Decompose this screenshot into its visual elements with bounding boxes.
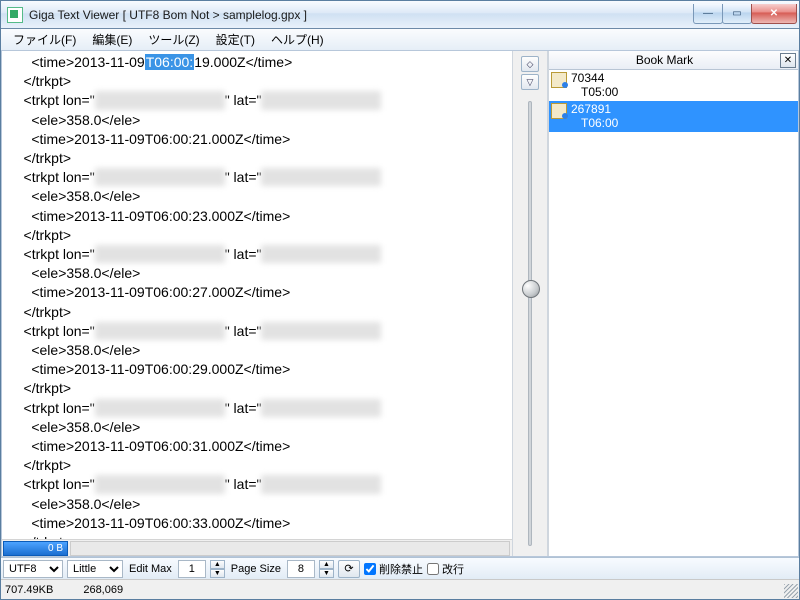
bookmark-title: Book Mark — [549, 53, 780, 67]
bookmark-header: Book Mark ✕ — [549, 51, 798, 70]
bookmark-icon — [551, 103, 567, 119]
tool-strip: UTF8 Little Edit Max ▲▼ Page Size ▲▼ ⟳ 削… — [1, 557, 799, 579]
chevron-up-icon[interactable]: ▲ — [319, 560, 334, 569]
encoding-select[interactable]: UTF8 — [3, 560, 63, 578]
title-bar[interactable]: Giga Text Viewer [ UTF8 Bom Not > sample… — [1, 1, 799, 29]
vertical-slider-track[interactable] — [528, 101, 532, 546]
editmax-label: Edit Max — [127, 560, 174, 578]
chevron-up-icon[interactable]: ▲ — [210, 560, 225, 569]
menu-settings[interactable]: 設定(T) — [208, 29, 263, 50]
status-bar: 707.49KB 268,069 — [1, 579, 799, 599]
scroll-down-button[interactable]: ▽ — [521, 74, 539, 90]
bookmark-ts: T06:00 — [571, 116, 618, 130]
editmax-input[interactable] — [178, 560, 206, 578]
wrap-checkbox[interactable]: 改行 — [427, 560, 464, 578]
refresh-button[interactable]: ⟳ — [338, 560, 360, 578]
endian-select[interactable]: Little — [67, 560, 123, 578]
delete-protect-checkbox[interactable]: 削除禁止 — [364, 560, 423, 578]
maximize-button[interactable]: ▭ — [722, 4, 752, 24]
status-filesize: 707.49KB — [5, 584, 53, 596]
client-area: <time>2013-11-09T06:00:19.000Z</time> </… — [1, 51, 799, 557]
bookmark-line: 70344 — [571, 71, 618, 85]
bookmark-close-button[interactable]: ✕ — [780, 53, 796, 68]
horizontal-scrollbar[interactable]: 0 B — [2, 539, 512, 556]
pagesize-input[interactable] — [287, 560, 315, 578]
menu-tools[interactable]: ツール(Z) — [140, 29, 207, 50]
vertical-slider-thumb[interactable] — [522, 280, 540, 298]
chevron-down-icon[interactable]: ▼ — [210, 569, 225, 578]
bookmark-pane: Book Mark ✕ 70344 T05:00 267891 T06:00 — [548, 51, 798, 556]
minimize-button[interactable]: ― — [693, 4, 723, 24]
menu-help[interactable]: ヘルプ(H) — [263, 29, 332, 50]
status-line: 268,069 — [83, 584, 123, 596]
app-icon — [7, 7, 23, 23]
app-window: Giga Text Viewer [ UTF8 Bom Not > sample… — [0, 0, 800, 600]
chevron-down-icon[interactable]: ▼ — [319, 569, 334, 578]
pagesize-spinner[interactable]: ▲▼ — [319, 560, 334, 578]
bookmark-line: 267891 — [571, 102, 618, 116]
bookmark-list[interactable]: 70344 T05:00 267891 T06:00 — [549, 70, 798, 556]
vertical-slider-gutter: ◇ ▽ — [512, 51, 548, 556]
scroll-up-button[interactable]: ◇ — [521, 56, 539, 72]
menu-file[interactable]: ファイル(F) — [5, 29, 84, 50]
close-button[interactable]: ✕ — [751, 4, 797, 24]
bookmark-item[interactable]: 267891 T06:00 — [549, 101, 798, 132]
hscroll-track[interactable] — [70, 541, 510, 556]
text-view[interactable]: <time>2013-11-09T06:00:19.000Z</time> </… — [2, 51, 512, 539]
selection-highlight: T06:00: — [145, 54, 194, 70]
bookmark-icon — [551, 72, 567, 88]
pagesize-label: Page Size — [229, 560, 283, 578]
bookmark-ts: T05:00 — [571, 85, 618, 99]
bookmark-item[interactable]: 70344 T05:00 — [549, 70, 798, 101]
menu-edit[interactable]: 編集(E) — [84, 29, 140, 50]
window-buttons: ― ▭ ✕ — [694, 4, 797, 24]
window-title: Giga Text Viewer [ UTF8 Bom Not > sample… — [29, 8, 694, 22]
text-pane: <time>2013-11-09T06:00:19.000Z</time> </… — [2, 51, 512, 556]
editmax-spinner[interactable]: ▲▼ — [210, 560, 225, 578]
hscroll-thumb[interactable]: 0 B — [3, 541, 68, 556]
resize-grip[interactable] — [784, 584, 798, 598]
menu-bar: ファイル(F) 編集(E) ツール(Z) 設定(T) ヘルプ(H) — [1, 29, 799, 51]
